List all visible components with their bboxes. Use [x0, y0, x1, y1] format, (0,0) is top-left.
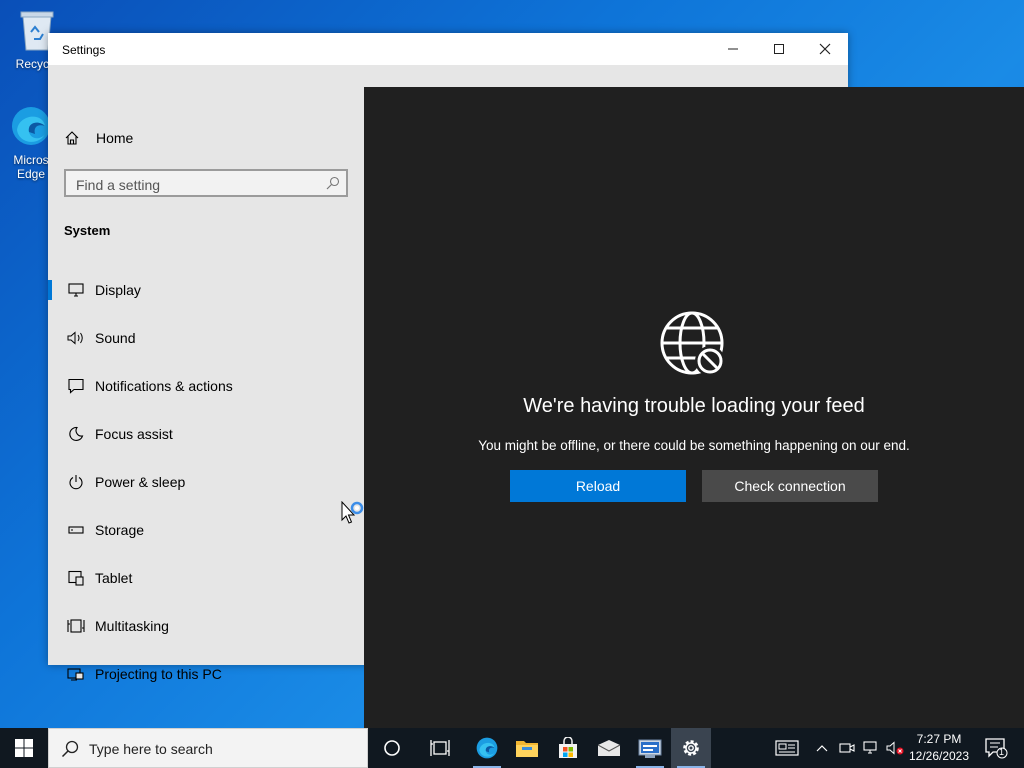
sidebar-item-label: Sound [95, 330, 136, 346]
sidebar-item-label: Power & sleep [95, 474, 186, 490]
taskbar-clock[interactable]: 7:27 PM 12/26/2023 [902, 731, 976, 765]
close-icon [819, 43, 831, 55]
desktop-icon-label-line2: Edge [16, 167, 46, 181]
show-hidden-icons-button[interactable] [812, 728, 832, 768]
window-title: Settings [62, 43, 106, 57]
taskbar-control-panel-button[interactable] [630, 728, 670, 768]
busy-cursor-icon [341, 501, 364, 524]
check-connection-button[interactable]: Check connection [702, 470, 878, 502]
action-center-button[interactable]: 1 [980, 728, 1012, 768]
clock-time: 7:27 PM [916, 732, 962, 746]
windows-logo-icon [15, 739, 33, 757]
taskbar: Type here to search 7:27 PM 12/26/2023 1 [0, 728, 1024, 768]
notification-center-icon [985, 738, 1008, 759]
storage-icon [64, 525, 88, 535]
sidebar-item-tablet[interactable]: Tablet [48, 558, 364, 598]
folder-icon [516, 741, 538, 757]
mail-icon [597, 740, 621, 756]
search-placeholder: Find a setting [76, 177, 161, 193]
taskbar-settings-button[interactable] [671, 728, 711, 768]
tray-meet-now-button[interactable] [836, 728, 858, 768]
close-button[interactable] [802, 33, 848, 65]
start-button[interactable] [0, 728, 48, 768]
sidebar-item-label: Multitasking [95, 618, 169, 634]
projecting-icon [64, 666, 88, 682]
taskbar-file-explorer-button[interactable] [507, 728, 547, 768]
home-label: Home [96, 130, 134, 146]
display-icon [64, 283, 88, 297]
taskbar-mail-button[interactable] [589, 728, 629, 768]
tablet-icon [64, 570, 88, 586]
sidebar-item-multitasking[interactable]: Multitasking [48, 606, 364, 646]
sidebar-item-label: Display [95, 282, 141, 298]
feed-panel: We're having trouble loading your feed Y… [364, 87, 1024, 728]
sidebar-item-notifications[interactable]: Notifications & actions [48, 366, 364, 406]
home-link[interactable]: Home [64, 127, 133, 149]
section-title: System [64, 223, 111, 238]
news-widget-button[interactable] [772, 728, 802, 768]
settings-sidebar: Home Find a setting System Display Sound [48, 65, 364, 682]
taskbar-search-placeholder: Type here to search [89, 741, 213, 757]
network-icon [863, 741, 877, 754]
minimize-button[interactable] [710, 33, 756, 65]
gear-icon [683, 740, 699, 756]
sidebar-item-power-sleep[interactable]: Power & sleep [48, 462, 364, 502]
cortana-button[interactable] [372, 728, 412, 768]
task-view-icon [430, 740, 450, 756]
reload-button[interactable]: Reload [510, 470, 686, 502]
sidebar-item-label: Tablet [95, 570, 133, 586]
edge-icon [12, 107, 50, 145]
maximize-icon [774, 44, 784, 54]
multitasking-icon [64, 618, 88, 634]
home-icon [65, 131, 79, 145]
control-panel-icon [638, 739, 662, 758]
sidebar-item-focus-assist[interactable]: Focus assist [48, 414, 364, 454]
minimize-icon [728, 48, 738, 50]
taskbar-edge-button[interactable] [467, 728, 507, 768]
globe-blocked-icon [660, 311, 725, 376]
sidebar-item-storage[interactable]: Storage [48, 510, 364, 550]
cortana-icon [384, 740, 400, 756]
sidebar-item-label: Notifications & actions [95, 378, 233, 394]
search-icon [61, 740, 79, 758]
feed-error-title: We're having trouble loading your feed [523, 395, 865, 417]
moon-icon [64, 426, 88, 442]
notifications-icon [64, 378, 88, 394]
title-bar[interactable]: Settings [48, 33, 848, 65]
camera-icon [839, 743, 855, 753]
feed-error-subtitle: You might be offline, or there could be … [478, 438, 910, 453]
store-icon [559, 737, 577, 758]
clock-date: 12/26/2023 [908, 749, 970, 763]
power-icon [64, 474, 88, 490]
sound-icon [64, 331, 88, 345]
news-icon [775, 740, 799, 756]
taskbar-search-box[interactable]: Type here to search [48, 728, 368, 768]
sidebar-item-label: Storage [95, 522, 145, 538]
tray-network-button[interactable] [860, 728, 882, 768]
search-icon [326, 176, 340, 190]
sidebar-item-label: Focus assist [95, 426, 173, 442]
sidebar-item-projecting[interactable]: Projecting to this PC [48, 654, 364, 694]
sidebar-item-label: Projecting to this PC [95, 666, 222, 682]
edge-icon [476, 737, 498, 759]
sidebar-item-display[interactable]: Display [48, 270, 364, 310]
notification-count-badge: 1 [999, 747, 1005, 757]
find-setting-input[interactable]: Find a setting [64, 169, 348, 197]
maximize-button[interactable] [756, 33, 802, 65]
sidebar-item-sound[interactable]: Sound [48, 318, 364, 358]
chevron-up-icon [816, 745, 828, 752]
desktop-icon-label-line1: Micros [13, 153, 49, 167]
task-view-button[interactable] [420, 728, 460, 768]
taskbar-store-button[interactable] [548, 728, 588, 768]
